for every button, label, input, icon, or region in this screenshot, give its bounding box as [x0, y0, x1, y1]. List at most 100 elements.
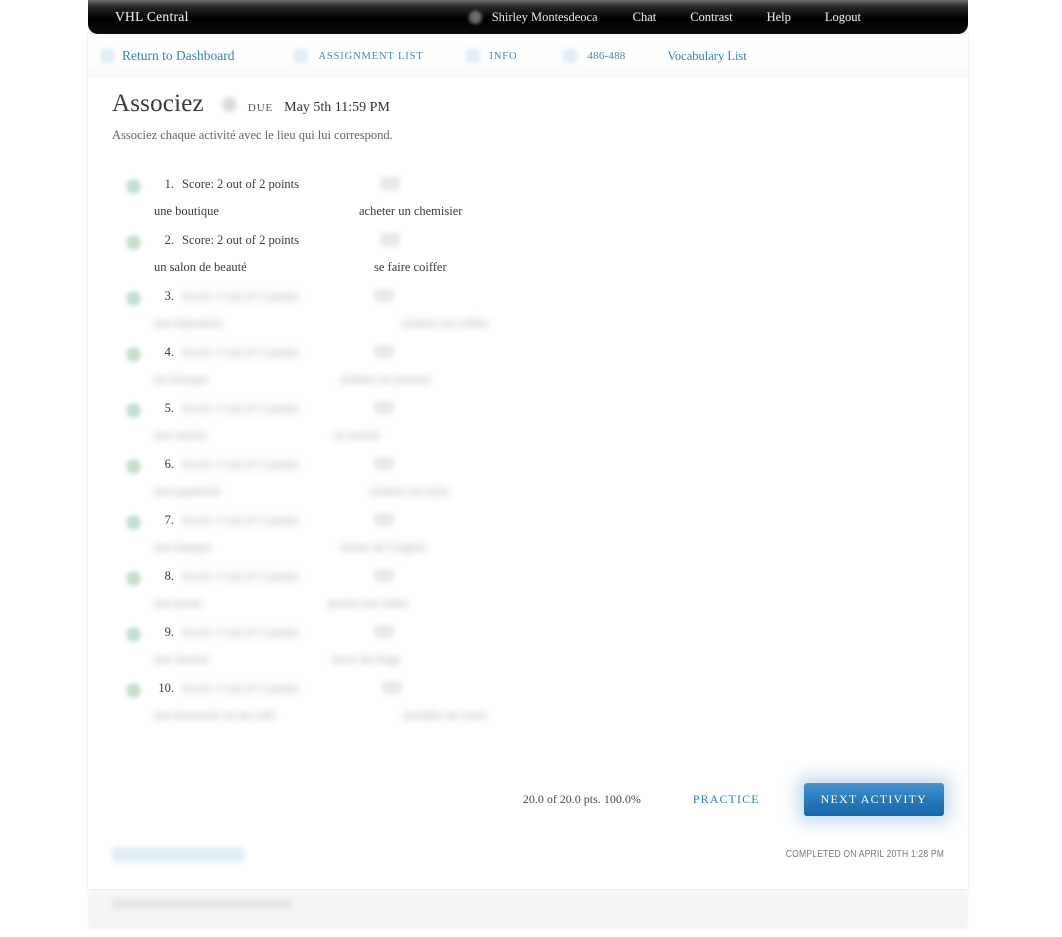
question-number: 5.: [164, 401, 174, 415]
question-prompt: une banque: [154, 540, 212, 554]
correct-check-icon: [126, 403, 141, 418]
question-row: 1. Score: 2 out of 2 points une boutique ac…: [112, 174, 932, 230]
question-number: 8.: [164, 569, 174, 583]
assignment-list-label: ASSIGNMENT LIST: [318, 50, 424, 62]
activity-instructions: Associez chaque activité avec le lieu qu…: [112, 128, 393, 142]
question-prompt: une mairie: [154, 428, 208, 442]
question-prompt: un kiosque: [154, 372, 209, 386]
due-label: DUE: [247, 102, 274, 114]
question-answer: acheter un chemisier: [359, 204, 463, 218]
info-icon: [465, 49, 480, 63]
activity-header: Associez DUE May 5th 11:59 PM: [112, 90, 390, 118]
return-to-dashboard-link[interactable]: Return to Dashboard: [100, 48, 234, 64]
due-date: May 5th 11:59 PM: [284, 100, 390, 115]
question-number: 3.: [164, 289, 174, 303]
correct-check-icon: [126, 347, 141, 362]
question-score: Score: 2 out of 2 points: [182, 513, 300, 527]
question-number: 6.: [164, 457, 174, 471]
question-row: 9. Score: 2 out of 2 points une laverie lav…: [112, 622, 932, 678]
chat-link[interactable]: Chat: [616, 10, 674, 25]
question-feedback-icon[interactable]: [374, 625, 394, 638]
user-avatar-icon[interactable]: [468, 10, 482, 24]
question-prompt: une papeterie: [154, 484, 221, 498]
question-row: 4. Score: 2 out of 2 points un kiosque ache…: [112, 342, 932, 398]
page-range-label: 486-488: [587, 50, 626, 62]
activity-card: Return to Dashboard ASSIGNMENT LIST INFO…: [88, 34, 968, 889]
question-feedback-icon[interactable]: [380, 177, 400, 190]
question-answer: prendre un verre: [404, 708, 487, 722]
activity-action-row: 20.0 of 20.0 pts. 100.0% PRACTICE NEXT A…: [88, 771, 968, 827]
list-icon: [294, 49, 309, 63]
sub-navigation-bar: Return to Dashboard ASSIGNMENT LIST INFO…: [88, 34, 968, 78]
question-score: Score: 2 out of 2 points: [182, 177, 300, 191]
question-feedback-icon[interactable]: [374, 569, 394, 582]
correct-check-icon: [126, 571, 141, 586]
question-score: Score: 2 out of 2 points: [182, 457, 300, 471]
question-feedback-icon[interactable]: [374, 457, 394, 470]
question-prompt: une boutique: [154, 204, 219, 218]
topbar-left-group: VHL Central: [88, 9, 189, 25]
question-answer: poster une lettre: [328, 596, 409, 610]
correct-check-icon: [126, 459, 141, 474]
user-name-label[interactable]: Shirley Montesdeoca: [492, 10, 616, 25]
question-feedback-icon[interactable]: [374, 513, 394, 526]
question-answer: acheter un stylo: [370, 484, 450, 498]
footer-strip-content: [112, 899, 292, 909]
question-number: 1.: [164, 177, 174, 191]
activity-status-row: COMPLETED ON APRIL 20TH 1:28 PM: [88, 837, 968, 871]
logout-link[interactable]: Logout: [808, 10, 878, 25]
question-row: 6. Score: 2 out of 2 points une papeterie a…: [112, 454, 932, 510]
question-answer: se faire coiffer: [374, 260, 447, 274]
question-number: 10.: [158, 681, 174, 695]
question-number: 9.: [164, 625, 174, 639]
question-feedback-icon[interactable]: [374, 401, 394, 414]
question-prompt: un salon de beauté: [154, 260, 247, 274]
question-row: 2. Score: 2 out of 2 points un salon de be…: [112, 230, 932, 286]
correct-check-icon: [126, 627, 141, 642]
question-answer: retirer de l'argent: [340, 540, 426, 554]
assignment-list-link[interactable]: ASSIGNMENT LIST: [294, 49, 423, 63]
question-answer: laver du linge: [332, 652, 401, 666]
brand-logo[interactable]: VHL Central: [115, 9, 189, 25]
question-number: 4.: [164, 345, 174, 359]
question-feedback-icon[interactable]: [374, 345, 394, 358]
question-answer: acheter un collier: [402, 316, 489, 330]
help-link[interactable]: Help: [750, 10, 808, 25]
vocabulary-list-link[interactable]: Vocabulary List: [668, 49, 747, 64]
bottom-secondary-link[interactable]: [112, 846, 244, 862]
question-number: 7.: [164, 513, 174, 527]
correct-check-icon: [126, 291, 141, 306]
question-list: 1. Score: 2 out of 2 points une boutique ac…: [112, 174, 932, 734]
question-answer: acheter un journal: [340, 372, 431, 386]
question-score: Score: 2 out of 2 points: [182, 569, 300, 583]
vocabulary-list-label: Vocabulary List: [667, 48, 747, 63]
score-summary: 20.0 of 20.0 pts. 100.0%: [522, 791, 641, 806]
question-score: Score: 2 out of 2 points: [182, 289, 300, 303]
info-link[interactable]: INFO: [465, 49, 518, 63]
question-feedback-icon[interactable]: [374, 289, 394, 302]
question-feedback-icon[interactable]: [382, 681, 402, 694]
question-row: 3. Score: 2 out of 2 points une bijouterie…: [112, 286, 932, 342]
question-row: 5. Score: 2 out of 2 points une mairie se m…: [112, 398, 932, 454]
dashboard-icon: [100, 49, 114, 63]
contrast-link[interactable]: Contrast: [673, 10, 749, 25]
correct-check-icon: [126, 515, 141, 530]
return-to-dashboard-label: Return to Dashboard: [122, 48, 235, 63]
question-score: Score: 2 out of 2 points: [182, 345, 300, 359]
page-title: Associez: [112, 90, 204, 117]
clock-icon: [221, 96, 237, 112]
correct-check-icon: [126, 683, 141, 698]
question-prompt: une bijouterie: [154, 316, 224, 330]
practice-button[interactable]: PRACTICE: [693, 792, 760, 807]
next-activity-button[interactable]: NEXT ACTIVITY: [803, 782, 944, 816]
completed-timestamp: COMPLETED ON APRIL 20TH 1:28 PM: [785, 848, 944, 860]
info-label: INFO: [489, 50, 518, 62]
question-feedback-icon[interactable]: [380, 233, 400, 246]
question-prompt: une laverie: [154, 652, 210, 666]
correct-check-icon: [126, 235, 141, 250]
question-score: Score: 2 out of 2 points: [182, 401, 300, 415]
question-row: 8. Score: 2 out of 2 points une poste poste…: [112, 566, 932, 622]
question-number: 2.: [164, 233, 174, 247]
page-range-link[interactable]: 486-488: [563, 49, 625, 63]
question-answer: se marier: [334, 428, 381, 442]
